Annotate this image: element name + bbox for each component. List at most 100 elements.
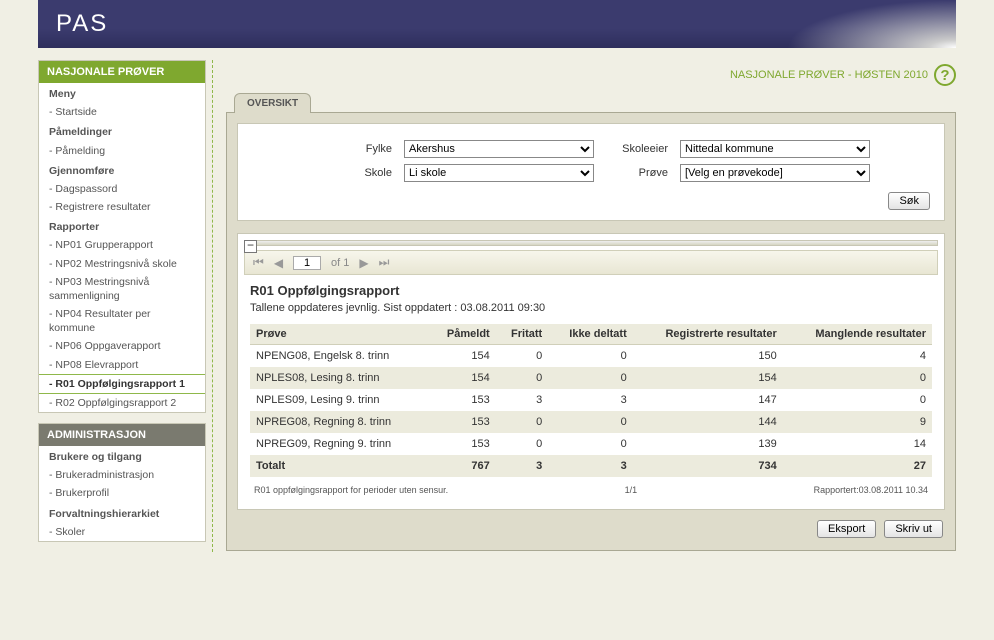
table-cell: 154 — [429, 345, 496, 368]
app-header: PAS — [38, 0, 956, 48]
sidebar-group: Rapporter — [39, 216, 205, 236]
pager-next-icon[interactable]: ▶ — [359, 256, 368, 270]
table-row: NPLES08, Lesing 8. trinn154001540 — [250, 367, 932, 389]
sidebar-link[interactable]: - Brukeradministrasjon — [49, 469, 154, 481]
sidebar-link: Rapporter — [49, 221, 99, 233]
table-cell: 0 — [548, 411, 633, 433]
skrivut-button[interactable]: Skriv ut — [884, 520, 943, 538]
eksport-button[interactable]: Eksport — [817, 520, 876, 538]
sidebar-link: Påmeldinger — [49, 126, 112, 138]
sidebar-link: Meny — [49, 88, 76, 100]
sidebar-item[interactable]: - Dagspassord — [39, 180, 205, 198]
sidebar-group: Brukere og tilgang — [39, 446, 205, 466]
sidebar-link[interactable]: - R01 Oppfølgingsrapport 1 — [49, 378, 185, 390]
pager-page-input[interactable] — [293, 256, 321, 270]
pager-prev-icon[interactable]: ◀ — [274, 256, 283, 270]
sidebar-link: Brukere og tilgang — [49, 451, 142, 463]
report-footer-mid: 1/1 — [625, 485, 638, 495]
sidebar-item[interactable]: - Registrere resultater — [39, 198, 205, 216]
sidebar-item[interactable]: - Startside — [39, 103, 205, 121]
app-title: PAS — [38, 0, 956, 48]
table-cell: 139 — [633, 433, 783, 455]
pager-last-icon[interactable]: ⏭ — [379, 255, 390, 270]
context-bar: NASJONALE PRØVER - HØSTEN 2010 ? — [226, 60, 956, 92]
table-cell: 0 — [496, 433, 549, 455]
sidebar-item[interactable]: - Brukeradministrasjon — [39, 466, 205, 484]
sidebar-link[interactable]: - NP08 Elevrapport — [49, 359, 138, 371]
panel: Fylke Akershus Skoleeier Nittedal kommun… — [226, 113, 956, 551]
sidebar-item[interactable]: - R02 Oppfølgingsrapport 2 — [39, 394, 205, 412]
sidebar-item[interactable]: - Skoler — [39, 523, 205, 541]
sidebar-item[interactable]: - NP01 Grupperapport — [39, 236, 205, 254]
sidebar-link[interactable]: - NP04 Resultater per kommune — [49, 308, 151, 334]
col-manglende: Manglende resultater — [783, 324, 932, 345]
help-icon[interactable]: ? — [934, 64, 956, 86]
table-cell: 3 — [496, 455, 549, 477]
skole-select[interactable]: Li skole — [404, 164, 594, 182]
report-container: − ⏮ ◀ of 1 ▶ ⏭ R01 Oppfølgingsrapport Ta… — [237, 233, 945, 510]
main-area: NASJONALE PRØVER - HØSTEN 2010 ? OVERSIK… — [226, 60, 956, 552]
table-cell: Totalt — [250, 455, 429, 477]
sidebar-link[interactable]: - Skoler — [49, 526, 85, 538]
sidebar-item[interactable]: - NP03 Mestringsnivå sammenligning — [39, 273, 205, 305]
sidebar-item[interactable]: - Brukerprofil — [39, 484, 205, 502]
table-cell: 14 — [783, 433, 932, 455]
table-row: NPENG08, Engelsk 8. trinn154001504 — [250, 345, 932, 368]
table-cell: 0 — [496, 345, 549, 368]
pager-first-icon[interactable]: ⏮ — [253, 255, 264, 270]
table-cell: 3 — [496, 389, 549, 411]
sidebar-item[interactable]: - NP02 Mestringsnivå skole — [39, 255, 205, 273]
fylke-label: Fylke — [312, 143, 396, 155]
skoleeier-select[interactable]: Nittedal kommune — [680, 140, 870, 158]
table-cell: 0 — [496, 367, 549, 389]
bottom-buttons: Eksport Skriv ut — [237, 510, 945, 540]
table-cell: 4 — [783, 345, 932, 368]
table-cell: NPENG08, Engelsk 8. trinn — [250, 345, 429, 368]
table-cell: 3 — [548, 389, 633, 411]
sidebar-link[interactable]: - NP03 Mestringsnivå sammenligning — [49, 276, 149, 302]
table-cell: 153 — [429, 389, 496, 411]
table-row: NPREG09, Regning 9. trinn1530013914 — [250, 433, 932, 455]
fylke-select[interactable]: Akershus — [404, 140, 594, 158]
report-footer: R01 oppfølgingsrapport for perioder uten… — [250, 477, 932, 497]
table-cell: 3 — [548, 455, 633, 477]
sidebar-link[interactable]: - Startside — [49, 106, 97, 118]
sidebar-link[interactable]: - NP02 Mestringsnivå skole — [49, 258, 177, 270]
report-body: R01 Oppfølgingsrapport Tallene oppdatere… — [244, 275, 938, 503]
skole-label: Skole — [312, 167, 396, 179]
collapse-toggle[interactable]: − — [244, 240, 257, 253]
col-prove: Prøve — [250, 324, 429, 345]
table-total-row: Totalt7673373427 — [250, 455, 932, 477]
report-footer-left: R01 oppfølgingsrapport for perioder uten… — [254, 485, 448, 495]
sidebar-link[interactable]: - Dagspassord — [49, 183, 117, 195]
prove-select[interactable]: [Velg en prøvekode] — [680, 164, 870, 182]
sidebar-block-admin: ADMINISTRASJON Brukere og tilgang- Bruke… — [38, 423, 206, 542]
sidebar-group: Gjennomføre — [39, 160, 205, 180]
sidebar-item[interactable]: - NP08 Elevrapport — [39, 356, 205, 374]
table-cell: 27 — [783, 455, 932, 477]
sidebar-group: Meny — [39, 83, 205, 103]
sidebar-link[interactable]: - Registrere resultater — [49, 201, 151, 213]
sok-button[interactable]: Søk — [888, 192, 930, 210]
table-cell: NPLES08, Lesing 8. trinn — [250, 367, 429, 389]
sidebar-item[interactable]: - R01 Oppfølgingsrapport 1 — [39, 374, 205, 394]
table-cell: NPREG09, Regning 9. trinn — [250, 433, 429, 455]
sidebar-header-nasjonale: NASJONALE PRØVER — [39, 61, 205, 83]
prove-label: Prøve — [602, 167, 672, 179]
sidebar-link[interactable]: - NP06 Oppgaverapport — [49, 340, 160, 352]
sidebar-link: Forvaltningshierarkiet — [49, 508, 159, 520]
sidebar-item[interactable]: - NP06 Oppgaverapport — [39, 337, 205, 355]
tab-strip: OVERSIKT — [226, 92, 956, 113]
sidebar-link[interactable]: - R02 Oppfølgingsrapport 2 — [49, 397, 176, 409]
sidebar-item[interactable]: - Påmelding — [39, 142, 205, 160]
sidebar-link[interactable]: - Brukerprofil — [49, 487, 109, 499]
sidebar-link[interactable]: - Påmelding — [49, 145, 105, 157]
tab-oversikt[interactable]: OVERSIKT — [234, 93, 311, 113]
sidebar-item[interactable]: - NP04 Resultater per kommune — [39, 305, 205, 337]
sidebar-divider — [212, 60, 226, 552]
sidebar: NASJONALE PRØVER Meny - Startside Påmeldin… — [38, 60, 206, 552]
table-cell: NPREG08, Regning 8. trinn — [250, 411, 429, 433]
sidebar-link[interactable]: - NP01 Grupperapport — [49, 239, 153, 251]
col-fritatt: Fritatt — [496, 324, 549, 345]
table-row: NPREG08, Regning 8. trinn153001449 — [250, 411, 932, 433]
